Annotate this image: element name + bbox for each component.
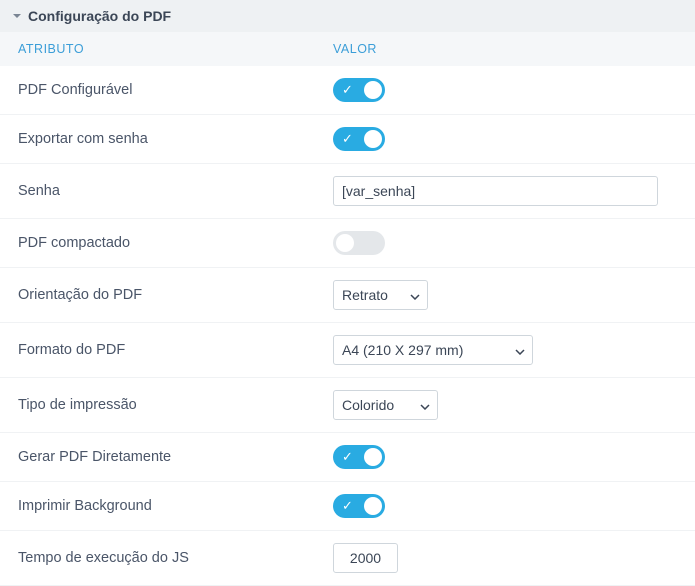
label-orientacao: Orientação do PDF bbox=[18, 287, 333, 303]
label-formato: Formato do PDF bbox=[18, 342, 333, 358]
row-exportar-senha: Exportar com senha ✓ bbox=[0, 115, 695, 164]
row-tempo-js: Tempo de execução do JS bbox=[0, 531, 695, 586]
label-senha: Senha bbox=[18, 183, 333, 199]
toggle-pdf-configuravel[interactable]: ✓ bbox=[333, 78, 385, 102]
row-orientacao: Orientação do PDF Retrato bbox=[0, 268, 695, 323]
toggle-pdf-compactado[interactable] bbox=[333, 231, 385, 255]
label-imprimir-bg: Imprimir Background bbox=[18, 498, 333, 514]
row-senha: Senha bbox=[0, 164, 695, 219]
row-pdf-configuravel: PDF Configurável ✓ bbox=[0, 66, 695, 115]
toggle-exportar-senha[interactable]: ✓ bbox=[333, 127, 385, 151]
row-imprimir-bg: Imprimir Background ✓ bbox=[0, 482, 695, 531]
formato-select[interactable]: A4 (210 X 297 mm) bbox=[333, 335, 533, 365]
panel-header: Configuração do PDF bbox=[0, 0, 695, 32]
toggle-gerar-direto[interactable]: ✓ bbox=[333, 445, 385, 469]
label-tempo-js: Tempo de execução do JS bbox=[18, 550, 333, 566]
panel-title: Configuração do PDF bbox=[28, 8, 171, 24]
row-pdf-compactado: PDF compactado bbox=[0, 219, 695, 268]
check-icon: ✓ bbox=[342, 497, 353, 515]
label-exportar-senha: Exportar com senha bbox=[18, 131, 333, 147]
column-header-attribute: ATRIBUTO bbox=[18, 42, 333, 56]
row-tipo-impressao: Tipo de impressão Colorido bbox=[0, 378, 695, 433]
check-icon: ✓ bbox=[342, 448, 353, 466]
row-gerar-direto: Gerar PDF Diretamente ✓ bbox=[0, 433, 695, 482]
senha-input[interactable] bbox=[333, 176, 658, 206]
label-pdf-compactado: PDF compactado bbox=[18, 235, 333, 251]
tipo-impressao-select[interactable]: Colorido bbox=[333, 390, 438, 420]
label-tipo-impressao: Tipo de impressão bbox=[18, 397, 333, 413]
tempo-js-input[interactable] bbox=[333, 543, 398, 573]
check-icon: ✓ bbox=[342, 130, 353, 148]
column-header-value: VALOR bbox=[333, 42, 677, 56]
collapse-icon[interactable] bbox=[12, 8, 22, 24]
check-icon: ✓ bbox=[342, 81, 353, 99]
toggle-imprimir-bg[interactable]: ✓ bbox=[333, 494, 385, 518]
row-formato: Formato do PDF A4 (210 X 297 mm) bbox=[0, 323, 695, 378]
orientacao-select[interactable]: Retrato bbox=[333, 280, 428, 310]
label-pdf-configuravel: PDF Configurável bbox=[18, 82, 333, 98]
column-header-row: ATRIBUTO VALOR bbox=[0, 32, 695, 66]
label-gerar-direto: Gerar PDF Diretamente bbox=[18, 449, 333, 465]
